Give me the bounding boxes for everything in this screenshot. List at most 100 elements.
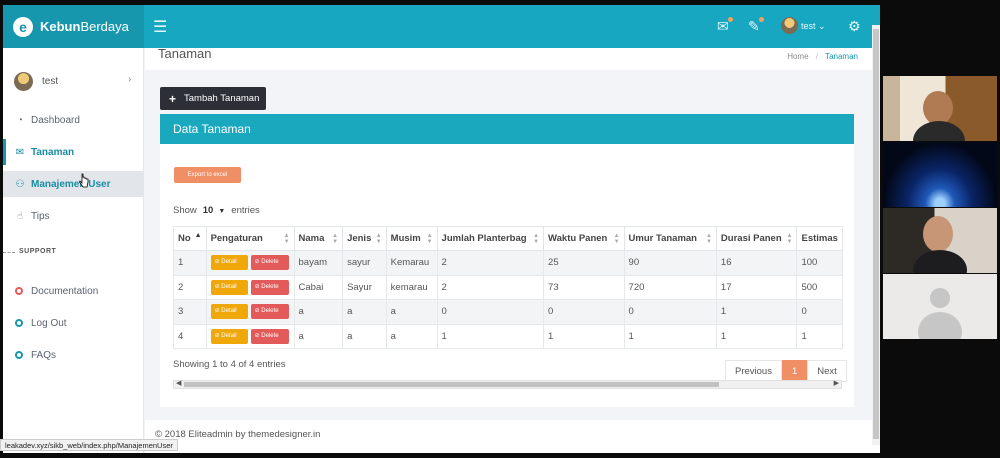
brand[interactable]: e KebunBerdaya [3, 5, 144, 48]
sidebar-user[interactable]: test [14, 72, 58, 91]
sidebar-item-manajemen-user[interactable]: ⚇ Manajemen User [3, 171, 144, 197]
screen: e KebunBerdaya ☰ ✉ ✎ test ⌄ ⚙ test › ◔ D… [0, 0, 1000, 458]
sidebar-item-tips[interactable]: ☝ Tips [3, 203, 144, 229]
circle-icon [15, 351, 23, 359]
default-avatar-icon [930, 288, 950, 308]
plus-icon: + [169, 91, 177, 106]
video-tile[interactable] [883, 208, 997, 273]
previous-button[interactable]: Previous [725, 360, 782, 382]
sort-icon: ▲ ▼ [705, 233, 712, 245]
column-header[interactable]: Nama ▲ ▼ [293, 226, 344, 251]
chevron-right-icon[interactable]: › [128, 74, 131, 85]
sort-icon: ▲ ▼ [375, 233, 382, 245]
video-tile[interactable] [883, 274, 997, 339]
topbar-username[interactable]: test ⌄ [801, 21, 826, 32]
divider [3, 252, 15, 253]
data-tanaman-card: Data Tanaman Export to excel Show 10 ▼ en… [160, 114, 854, 407]
topbar-avatar[interactable] [781, 17, 798, 34]
hamburger-menu-icon[interactable]: ☰ [153, 17, 167, 37]
scrollbar-thumb[interactable] [184, 382, 719, 387]
detail-button[interactable]: ⊘ Detail [210, 255, 248, 271]
column-header[interactable]: No ▲ [173, 226, 207, 251]
notification-dot [728, 17, 733, 22]
browser-page: e KebunBerdaya ☰ ✉ ✎ test ⌄ ⚙ test › ◔ D… [3, 5, 880, 453]
column-header[interactable]: Durasi Panen ▲ ▼ [715, 226, 798, 251]
column-header[interactable]: Jumlah Planterbag ▲ ▼ [436, 226, 545, 251]
brand-name: KebunBerdaya [40, 19, 129, 34]
column-header[interactable]: Estimas [796, 226, 843, 251]
data-table: No ▲ Pengaturan ▲ ▼ Nama ▲ ▼ Jenis ▲ ▼ Musim ▲ ▼ … [173, 226, 843, 349]
sidebar-item-faqs[interactable]: FAQs [3, 342, 144, 368]
top-navbar: e KebunBerdaya ☰ ✉ ✎ test ⌄ ⚙ [3, 5, 880, 48]
sort-icon: ▲ ▼ [786, 233, 793, 245]
column-header[interactable]: Pengaturan ▲ ▼ [205, 226, 295, 251]
avatar [14, 72, 33, 91]
scrollbar-thumb[interactable] [873, 29, 879, 439]
detail-button[interactable]: ⊘ Detail [210, 279, 248, 295]
table-info: Showing 1 to 4 of 4 entries [173, 359, 286, 370]
horizontal-scrollbar[interactable]: ◀ ▶ [173, 380, 842, 389]
vertical-scrollbar[interactable] [872, 25, 880, 445]
add-tanaman-button[interactable]: + Tambah Tanaman [160, 87, 266, 110]
gauge-icon: ◔ [16, 114, 24, 126]
delete-button[interactable]: ⊘ Delete [250, 255, 289, 271]
sidebar-item-documentation[interactable]: Documentation [3, 278, 144, 304]
export-excel-button[interactable]: Export to excel [174, 167, 241, 183]
gear-icon[interactable]: ⚙ [848, 18, 861, 35]
show-entries: Show 10 ▼ entries [173, 205, 260, 216]
participant-body [913, 121, 965, 141]
delete-button[interactable]: ⊘ Delete [250, 328, 289, 344]
mail-icon: ✉ [15, 146, 25, 158]
mouse-cursor-icon [79, 173, 89, 188]
breadcrumb: Home / Tanaman [787, 52, 858, 61]
participant-face [923, 216, 953, 252]
users-icon: ⚇ [15, 178, 25, 190]
delete-button[interactable]: ⊘ Delete [250, 279, 289, 295]
sidebar-item-dashboard[interactable]: ◔ Dashboard [3, 107, 144, 133]
participant-face [923, 91, 953, 125]
mail-icon[interactable]: ✉ [717, 18, 729, 35]
edit-note-icon[interactable]: ✎ [748, 18, 760, 35]
column-header[interactable]: Jenis ▲ ▼ [342, 226, 387, 251]
circle-icon [15, 319, 23, 327]
column-header[interactable]: Waktu Panen ▲ ▼ [543, 226, 625, 251]
table-row: 3 ⊘ Detail ⊘ Delete a a a 0 0 0 1 0 [173, 299, 843, 325]
detail-button[interactable]: ⊘ Detail [210, 304, 248, 320]
sidebar-item-tanaman[interactable]: ✉ Tanaman [3, 139, 144, 165]
sort-icon: ▲ ▼ [533, 233, 540, 245]
table-row: 2 ⊘ Detail ⊘ Delete Cabai Sayur kemarau 2… [173, 274, 843, 300]
page-title: Tanaman [158, 46, 212, 61]
sort-icon: ▲ ▼ [332, 233, 339, 245]
table-header-row: No ▲ Pengaturan ▲ ▼ Nama ▲ ▼ Jenis ▲ ▼ Musim ▲ ▼ … [173, 226, 843, 251]
column-header[interactable]: Umur Tanaman ▲ ▼ [623, 226, 717, 251]
detail-button[interactable]: ⊘ Detail [210, 328, 248, 344]
video-tile[interactable] [883, 142, 997, 207]
breadcrumb-home[interactable]: Home [787, 52, 808, 61]
scroll-left-icon[interactable]: ◀ [176, 379, 181, 387]
sidebar-item-log-out[interactable]: Log Out [3, 310, 144, 336]
table-row: 1 ⊘ Detail ⊘ Delete bayam sayur Kemarau 2… [173, 250, 843, 276]
column-header[interactable]: Musim ▲ ▼ [385, 226, 438, 251]
circle-icon [15, 287, 23, 295]
table-container: No ▲ Pengaturan ▲ ▼ Nama ▲ ▼ Jenis ▲ ▼ Musim ▲ ▼ … [173, 226, 843, 352]
pagination: Previous 1 Next [725, 360, 847, 382]
table-row: 4 ⊘ Detail ⊘ Delete a a a 1 1 1 1 1 [173, 323, 843, 349]
breadcrumb-current: Tanaman [825, 52, 858, 61]
scroll-right-icon[interactable]: ▶ [834, 379, 839, 387]
participant-body [913, 250, 967, 273]
footer: © 2018 Eliteadmin by themedesigner.in [145, 420, 880, 453]
sidebar: test › ◔ Dashboard ✉ Tanaman ⚇ Manajemen… [3, 48, 144, 453]
next-button[interactable]: Next [807, 360, 847, 382]
notification-dot [759, 17, 764, 22]
entries-select[interactable]: 10 ▼ [203, 205, 226, 216]
default-avatar-body [918, 312, 962, 339]
card-title: Data Tanaman [160, 114, 854, 144]
page-header: Tanaman Home / Tanaman [145, 46, 880, 70]
video-tile[interactable] [883, 76, 997, 141]
page-1-button[interactable]: 1 [781, 360, 808, 382]
sort-asc-icon: ▲ [194, 232, 202, 239]
delete-button[interactable]: ⊘ Delete [250, 304, 289, 320]
sort-icon: ▲ ▼ [613, 233, 620, 245]
sort-icon: ▲ ▼ [283, 233, 290, 245]
chevron-down-icon: ▼ [218, 208, 226, 215]
